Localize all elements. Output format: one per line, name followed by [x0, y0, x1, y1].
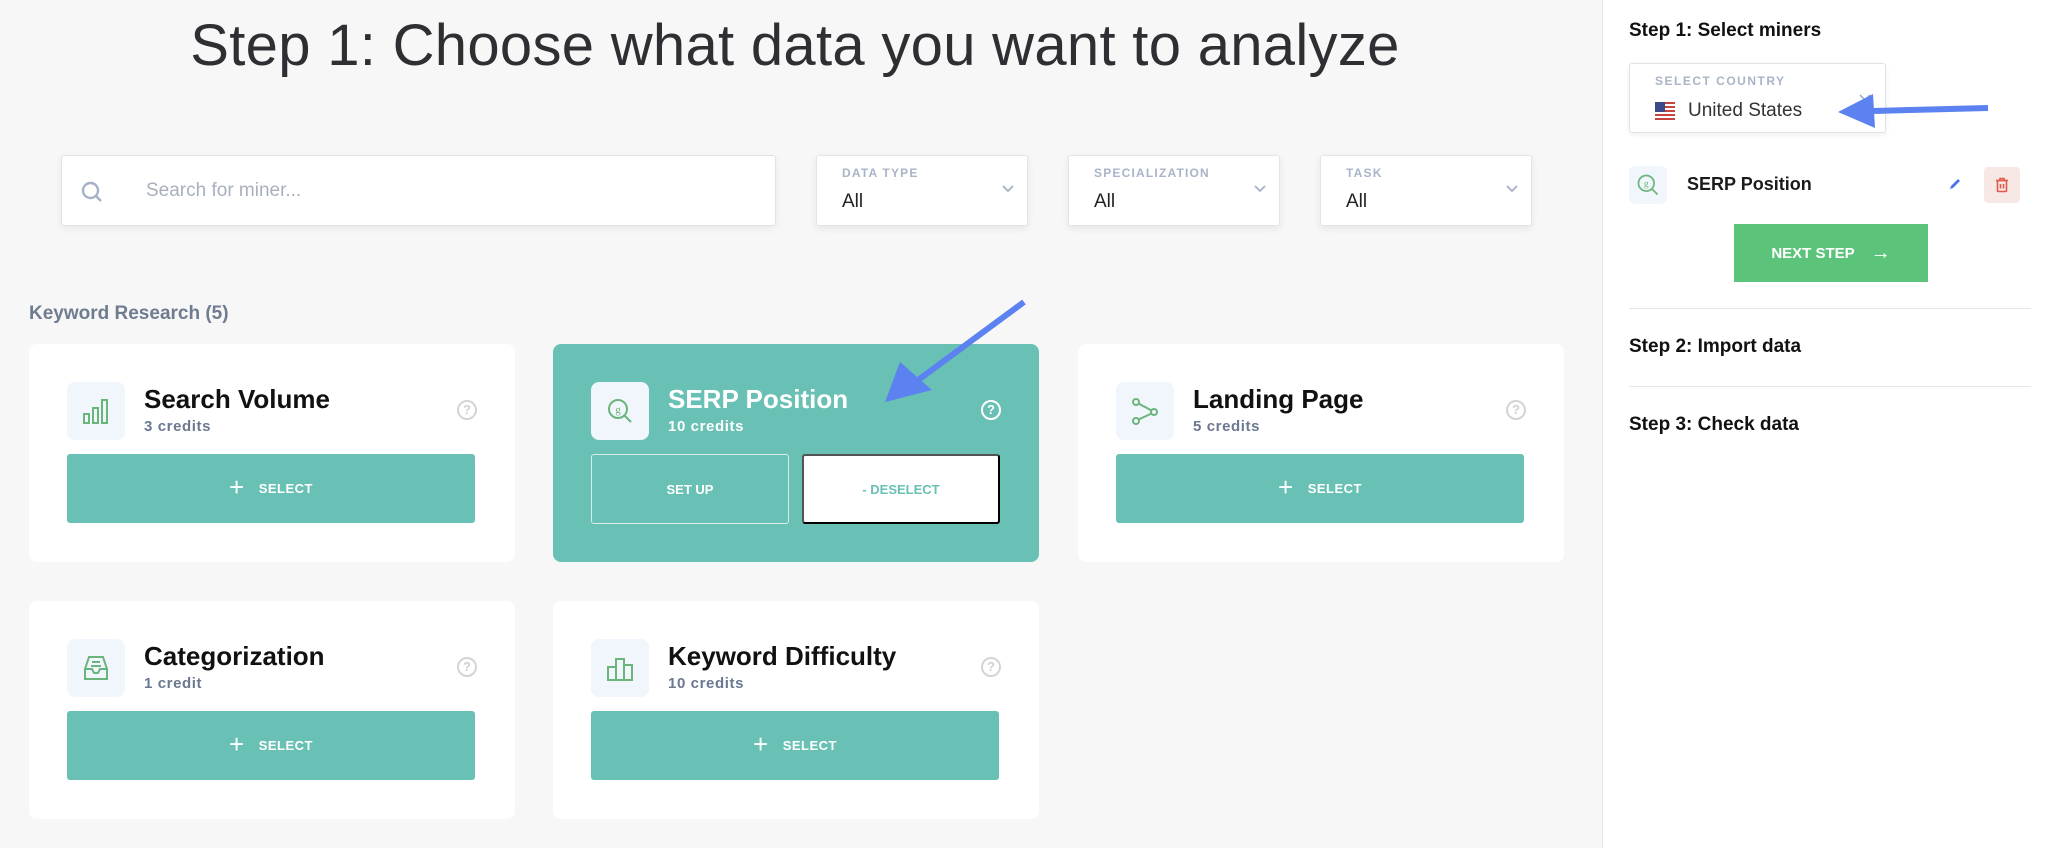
trash-icon — [1996, 177, 2008, 193]
divider — [1629, 386, 2031, 387]
step1-title: Step 1: Select miners — [1629, 20, 1822, 41]
select-button[interactable]: + SELECT — [67, 454, 475, 523]
search-input[interactable] — [146, 156, 746, 225]
select-button[interactable]: + SELECT — [591, 711, 999, 780]
sidebar-panel: Step 1: Select miners SELECT COUNTRY Uni… — [1602, 0, 2048, 848]
miner-credits: 10 credits — [668, 675, 745, 692]
bar-chart-icon — [83, 399, 108, 424]
chevron-down-icon — [1506, 185, 1518, 193]
country-value: United States — [1688, 100, 1803, 121]
selected-miner-row: g SERP Position — [1629, 166, 2020, 206]
plus-icon: + — [753, 729, 769, 759]
filter-data-type[interactable]: DATA TYPE All — [816, 155, 1028, 226]
pencil-icon[interactable] — [1947, 176, 1963, 192]
miner-card-keyword-difficulty: Keyword Difficulty 10 credits ? + SELECT — [553, 601, 1039, 819]
deselect-button[interactable]: - DESELECT — [802, 454, 1000, 524]
miner-card-categorization: Categorization 1 credit ? + SELECT — [29, 601, 515, 819]
miner-credits: 5 credits — [1193, 418, 1261, 435]
help-icon[interactable]: ? — [1506, 400, 1526, 420]
next-step-label: NEXT STEP — [1771, 244, 1855, 262]
search-icon — [81, 181, 102, 202]
help-icon[interactable]: ? — [981, 400, 1001, 420]
chevron-down-icon — [1254, 185, 1266, 193]
inbox-tray-icon — [84, 656, 108, 680]
miner-title: SERP Position — [668, 384, 849, 414]
step2-title[interactable]: Step 2: Import data — [1629, 336, 1801, 358]
share-nodes-icon — [1132, 398, 1158, 425]
filter-value: All — [842, 191, 864, 212]
filter-label: SPECIALIZATION — [1094, 166, 1210, 180]
serp-search-icon: g — [1637, 174, 1659, 196]
miner-credits: 1 credit — [144, 675, 203, 692]
serp-search-icon: g — [608, 399, 632, 423]
svg-text:g: g — [1644, 180, 1649, 190]
filter-value: All — [1094, 191, 1116, 212]
search-box[interactable] — [61, 155, 776, 226]
miner-title: Search Volume — [144, 384, 330, 414]
delete-button[interactable] — [1984, 167, 2020, 203]
select-button[interactable]: + SELECT — [1116, 454, 1524, 523]
setup-button[interactable]: SET UP — [591, 454, 789, 524]
miner-icon-box: g — [1629, 166, 1667, 204]
filter-specialization[interactable]: SPECIALIZATION All — [1068, 155, 1280, 226]
help-icon[interactable]: ? — [981, 657, 1001, 677]
filter-label: DATA TYPE — [842, 166, 919, 180]
select-label: SELECT — [258, 481, 313, 496]
us-flag-icon — [1655, 102, 1675, 120]
podium-icon — [607, 658, 633, 681]
miner-icon-box — [1116, 382, 1174, 440]
miner-icon-box — [67, 382, 125, 440]
section-label: Keyword Research (5) — [29, 303, 229, 324]
miner-card-serp-position: g SERP Position 10 credits ? SET UP - DE… — [553, 344, 1039, 562]
select-label: SELECT — [258, 738, 313, 753]
chevron-down-icon — [1002, 185, 1014, 193]
miner-card-landing-page: Landing Page 5 credits ? + SELECT — [1078, 344, 1564, 562]
select-label: SELECT — [782, 738, 837, 753]
miner-card-search-volume: Search Volume 3 credits ? + SELECT — [29, 344, 515, 562]
miner-credits: 10 credits — [668, 418, 745, 435]
divider — [1629, 308, 2031, 309]
country-select[interactable]: SELECT COUNTRY United States — [1629, 63, 1886, 133]
miner-title: Landing Page — [1193, 384, 1364, 414]
country-label: SELECT COUNTRY — [1655, 74, 1786, 88]
selected-miner-name: SERP Position — [1687, 174, 1812, 194]
filter-value: All — [1346, 191, 1368, 212]
select-label: SELECT — [1307, 481, 1362, 496]
miner-icon-box: g — [591, 382, 649, 440]
help-icon[interactable]: ? — [457, 400, 477, 420]
arrow-right-icon: → — [1870, 241, 1891, 264]
plus-icon: + — [229, 472, 245, 502]
miner-icon-box — [67, 639, 125, 697]
plus-icon: + — [1278, 472, 1294, 502]
miner-icon-box — [591, 639, 649, 697]
miner-title: Categorization — [144, 641, 325, 671]
page-title: Step 1: Choose what data you want to ana… — [190, 13, 1400, 78]
main-area: Step 1: Choose what data you want to ana… — [0, 0, 1602, 848]
plus-icon: + — [229, 729, 245, 759]
select-button[interactable]: + SELECT — [67, 711, 475, 780]
miner-title: Keyword Difficulty — [668, 641, 897, 671]
filter-label: TASK — [1346, 166, 1383, 180]
help-icon[interactable]: ? — [457, 657, 477, 677]
svg-text:g: g — [615, 404, 621, 416]
step3-title[interactable]: Step 3: Check data — [1629, 414, 1799, 436]
next-step-button[interactable]: NEXT STEP → — [1734, 224, 1928, 282]
filter-task[interactable]: TASK All — [1320, 155, 1532, 226]
miner-credits: 3 credits — [144, 418, 212, 435]
chevron-down-icon — [1859, 94, 1871, 102]
